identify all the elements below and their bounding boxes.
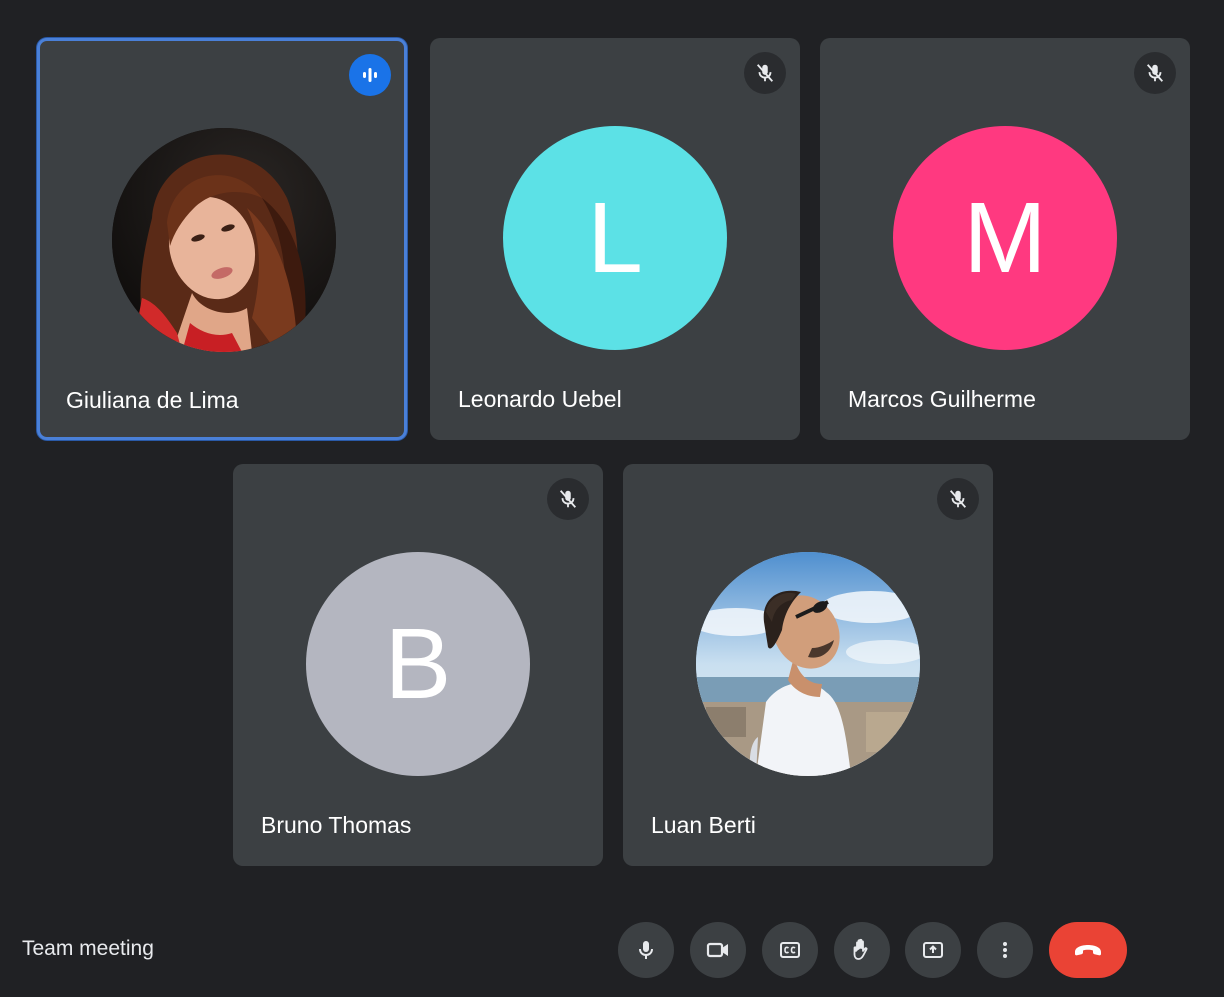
avatar-initial: M bbox=[893, 126, 1117, 350]
camera-button[interactable] bbox=[690, 922, 746, 978]
muted-microphone-icon bbox=[937, 478, 979, 520]
raise-hand-icon bbox=[853, 938, 868, 960]
muted-microphone-icon bbox=[744, 52, 786, 94]
participant-name: Luan Berti bbox=[651, 812, 756, 838]
avatar-initial: L bbox=[503, 126, 727, 350]
raise-hand-button[interactable] bbox=[834, 922, 890, 978]
present-screen-button[interactable] bbox=[905, 922, 961, 978]
muted-microphone-icon bbox=[1134, 52, 1176, 94]
more-options-icon bbox=[1003, 942, 1007, 958]
participant-name: Giuliana de Lima bbox=[66, 387, 239, 413]
end-call-button[interactable] bbox=[1049, 922, 1127, 978]
camera-icon bbox=[706, 942, 728, 958]
participant-photo bbox=[696, 552, 920, 776]
participant-tile-marcos[interactable]: M Marcos Guilherme bbox=[820, 38, 1190, 440]
present-screen-icon bbox=[923, 942, 943, 958]
end-call-icon bbox=[1075, 945, 1101, 956]
participant-tile-leonardo[interactable]: L Leonardo Uebel bbox=[430, 38, 800, 440]
more-options-button[interactable] bbox=[977, 922, 1033, 978]
participant-name: Leonardo Uebel bbox=[458, 386, 622, 412]
microphone-icon bbox=[639, 941, 653, 959]
microphone-button[interactable] bbox=[618, 922, 674, 978]
participant-tile-luan[interactable]: Luan Berti bbox=[623, 464, 993, 866]
muted-microphone-icon bbox=[547, 478, 589, 520]
meeting-stage: Giuliana de Lima L Leonardo Uebel M Marc… bbox=[0, 0, 1224, 997]
participant-tile-bruno[interactable]: B Bruno Thomas bbox=[233, 464, 603, 866]
meeting-title: Team meeting bbox=[22, 937, 154, 960]
participant-tile-giuliana[interactable]: Giuliana de Lima bbox=[37, 38, 407, 440]
participant-photo bbox=[112, 128, 336, 352]
speaking-indicator-icon bbox=[349, 54, 391, 96]
participant-name: Bruno Thomas bbox=[261, 812, 412, 838]
avatar-initial: B bbox=[306, 552, 530, 776]
participant-name: Marcos Guilherme bbox=[848, 386, 1036, 412]
captions-button[interactable] bbox=[762, 922, 818, 978]
captions-icon bbox=[780, 942, 800, 958]
